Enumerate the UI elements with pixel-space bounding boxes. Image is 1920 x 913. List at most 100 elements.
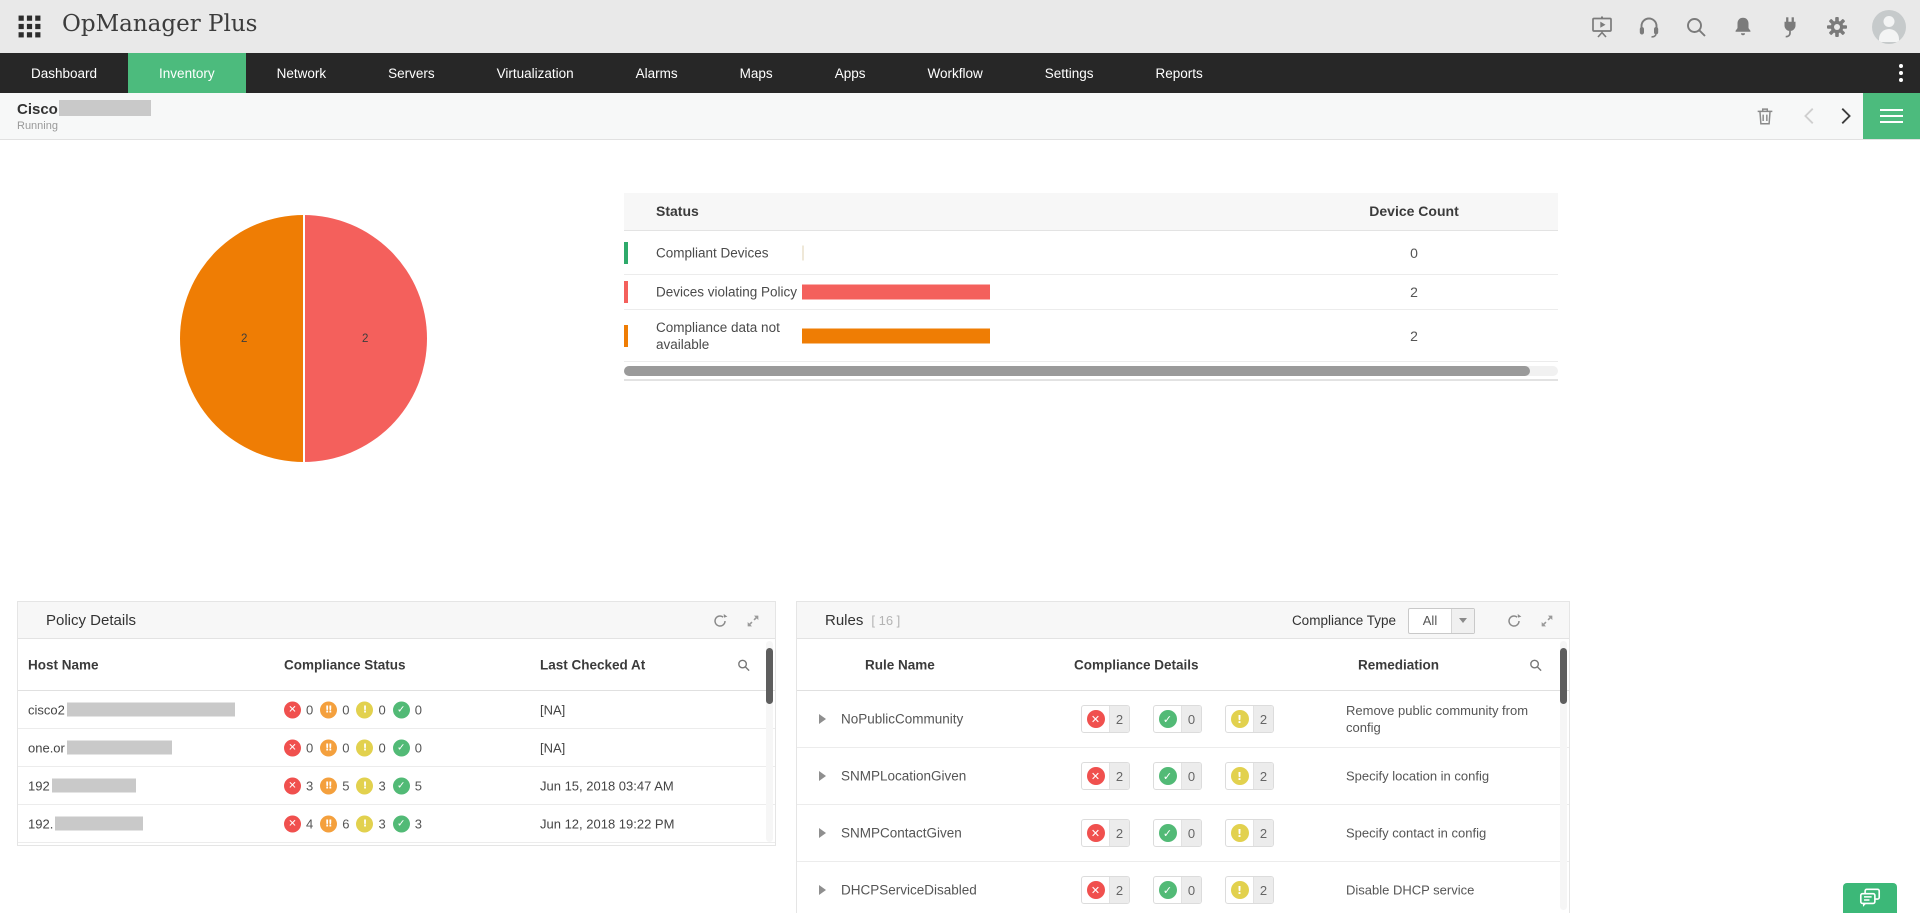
minor-icon: ! bbox=[356, 777, 373, 794]
device-menu-button[interactable] bbox=[1863, 93, 1920, 139]
expand-icon[interactable] bbox=[1539, 613, 1555, 629]
violation-count: 2 bbox=[1109, 877, 1129, 903]
status-label: Compliance data not available bbox=[656, 319, 808, 353]
host-name: one.or bbox=[28, 740, 172, 755]
tab-alarms[interactable]: Alarms bbox=[605, 53, 709, 93]
last-checked-at: Jun 15, 2018 03:47 AM bbox=[540, 778, 674, 793]
scrollbar-thumb[interactable] bbox=[766, 648, 773, 704]
scrollbar-thumb[interactable] bbox=[1560, 648, 1567, 704]
compliant-icon: ✓ bbox=[1159, 767, 1177, 785]
row-accent bbox=[624, 242, 628, 264]
compliance-type-dropdown[interactable]: All bbox=[1408, 608, 1475, 634]
remediation-text: Disable DHCP service bbox=[1346, 882, 1566, 899]
pie-label-right: 2 bbox=[362, 333, 368, 345]
rule-name: SNMPLocationGiven bbox=[841, 769, 966, 784]
refresh-icon[interactable] bbox=[712, 613, 728, 629]
main-nav: Dashboard Inventory Network Servers Virt… bbox=[0, 53, 1920, 93]
refresh-icon[interactable] bbox=[1506, 613, 1522, 629]
vertical-scrollbar[interactable] bbox=[1560, 641, 1567, 910]
column-device-count: Device Count bbox=[1314, 203, 1514, 219]
tab-reports[interactable]: Reports bbox=[1125, 53, 1234, 93]
vertical-scrollbar[interactable] bbox=[766, 641, 773, 842]
policy-column-header: Host Name Compliance Status Last Checked… bbox=[18, 639, 775, 691]
demo-presentation-icon[interactable] bbox=[1590, 15, 1614, 39]
column-search-icon[interactable] bbox=[1528, 657, 1543, 672]
nav-overflow-menu-icon[interactable] bbox=[1894, 61, 1908, 85]
notifications-bell-icon[interactable] bbox=[1731, 15, 1755, 39]
device-subheader: Cisco Running bbox=[0, 93, 1920, 140]
row-accent bbox=[624, 325, 628, 347]
table-row[interactable]: Devices violating Policy 2 bbox=[624, 275, 1558, 310]
settings-gear-icon[interactable] bbox=[1825, 15, 1849, 39]
dropdown-value: All bbox=[1409, 609, 1451, 633]
search-icon[interactable] bbox=[1684, 15, 1708, 39]
panel-title: Rules bbox=[825, 612, 863, 629]
compliance-detail-badges: ✕2 ✓0 !2 bbox=[1081, 819, 1274, 847]
tab-apps[interactable]: Apps bbox=[804, 53, 897, 93]
violation-icon: ✕ bbox=[1087, 824, 1105, 842]
warning-badge: !2 bbox=[1225, 705, 1274, 733]
expand-icon[interactable] bbox=[745, 613, 761, 629]
table-bottom-border bbox=[624, 379, 1558, 381]
status-label: Compliant Devices bbox=[656, 244, 808, 261]
user-avatar[interactable] bbox=[1872, 10, 1906, 44]
tab-network[interactable]: Network bbox=[246, 53, 358, 93]
policy-row[interactable]: 192 ✕3 ‼5 !3 ✓5 Jun 15, 2018 03:47 AM bbox=[18, 767, 775, 805]
tab-settings[interactable]: Settings bbox=[1014, 53, 1125, 93]
minor-icon: ! bbox=[356, 739, 373, 756]
support-headset-icon[interactable] bbox=[1637, 15, 1661, 39]
horizontal-scrollbar[interactable] bbox=[624, 366, 1558, 376]
expand-row-arrow-icon[interactable] bbox=[819, 714, 826, 724]
rule-row[interactable]: NoPublicCommunity ✕2 ✓0 !2 Remove public… bbox=[797, 691, 1569, 748]
next-chevron-icon[interactable] bbox=[1834, 105, 1856, 127]
tab-inventory[interactable]: Inventory bbox=[128, 53, 246, 93]
addons-plug-icon[interactable] bbox=[1778, 15, 1802, 39]
rule-row[interactable]: SNMPLocationGiven ✕2 ✓0 !2 Specify locat… bbox=[797, 748, 1569, 805]
header-icon-bar bbox=[1590, 0, 1906, 53]
redacted-text bbox=[67, 702, 235, 716]
major-icon: ‼ bbox=[320, 701, 337, 718]
compliance-detail-badges: ✕2 ✓0 !2 bbox=[1081, 762, 1274, 790]
apps-grid-icon[interactable] bbox=[17, 14, 42, 39]
warning-badge: !2 bbox=[1225, 876, 1274, 904]
column-compliance-status: Compliance Status bbox=[284, 657, 406, 672]
rule-row[interactable]: SNMPContactGiven ✕2 ✓0 !2 Specify contac… bbox=[797, 805, 1569, 862]
delete-trash-icon[interactable] bbox=[1754, 105, 1776, 127]
compliant-count: 0 bbox=[1181, 877, 1201, 903]
pie-label-left: 2 bbox=[241, 333, 247, 345]
table-row[interactable]: Compliance data not available 2 bbox=[624, 310, 1558, 362]
previous-chevron-icon[interactable] bbox=[1799, 105, 1821, 127]
policy-details-panel: Policy Details Host Name Compliance Stat… bbox=[17, 601, 776, 846]
policy-row[interactable]: cisco2 ✕0 ‼0 !0 ✓0 [NA] bbox=[18, 691, 775, 729]
compliant-icon: ✓ bbox=[1159, 881, 1177, 899]
expand-row-arrow-icon[interactable] bbox=[819, 885, 826, 895]
rule-row[interactable]: DHCPServiceDisabled ✕2 ✓0 !2 Disable DHC… bbox=[797, 862, 1569, 913]
tab-workflow[interactable]: Workflow bbox=[896, 53, 1013, 93]
column-remediation: Remediation bbox=[1358, 657, 1439, 672]
policy-row[interactable]: one.or ✕0 ‼0 !0 ✓0 [NA] bbox=[18, 729, 775, 767]
warning-badge: !2 bbox=[1225, 762, 1274, 790]
live-chat-button[interactable] bbox=[1843, 883, 1897, 913]
compliant-icon: ✓ bbox=[1159, 710, 1177, 728]
redacted-text bbox=[55, 816, 143, 830]
table-row[interactable]: Compliant Devices 0 bbox=[624, 231, 1558, 275]
device-name: Cisco bbox=[17, 100, 151, 118]
column-search-icon[interactable] bbox=[736, 657, 751, 672]
last-checked-at: [NA] bbox=[540, 702, 565, 717]
scrollbar-thumb[interactable] bbox=[624, 366, 1530, 376]
rules-column-header: Rule Name Compliance Details Remediation bbox=[797, 639, 1569, 691]
expand-row-arrow-icon[interactable] bbox=[819, 771, 826, 781]
device-count: 2 bbox=[1314, 328, 1514, 344]
compliance-status-icons: ✕0 ‼0 !0 ✓0 bbox=[284, 701, 427, 718]
policy-row[interactable]: 192. ✕4 ‼6 !3 ✓3 Jun 12, 2018 19:22 PM bbox=[18, 805, 775, 843]
last-checked-at: [NA] bbox=[540, 740, 565, 755]
column-rule-name: Rule Name bbox=[865, 657, 935, 672]
tab-virtualization[interactable]: Virtualization bbox=[466, 53, 605, 93]
tab-dashboard[interactable]: Dashboard bbox=[0, 53, 128, 93]
compliance-pie-chart[interactable]: 2 2 bbox=[180, 215, 427, 462]
expand-row-arrow-icon[interactable] bbox=[819, 828, 826, 838]
tab-servers[interactable]: Servers bbox=[357, 53, 466, 93]
compliant-icon: ✓ bbox=[393, 701, 410, 718]
major-icon: ‼ bbox=[320, 739, 337, 756]
tab-maps[interactable]: Maps bbox=[709, 53, 804, 93]
